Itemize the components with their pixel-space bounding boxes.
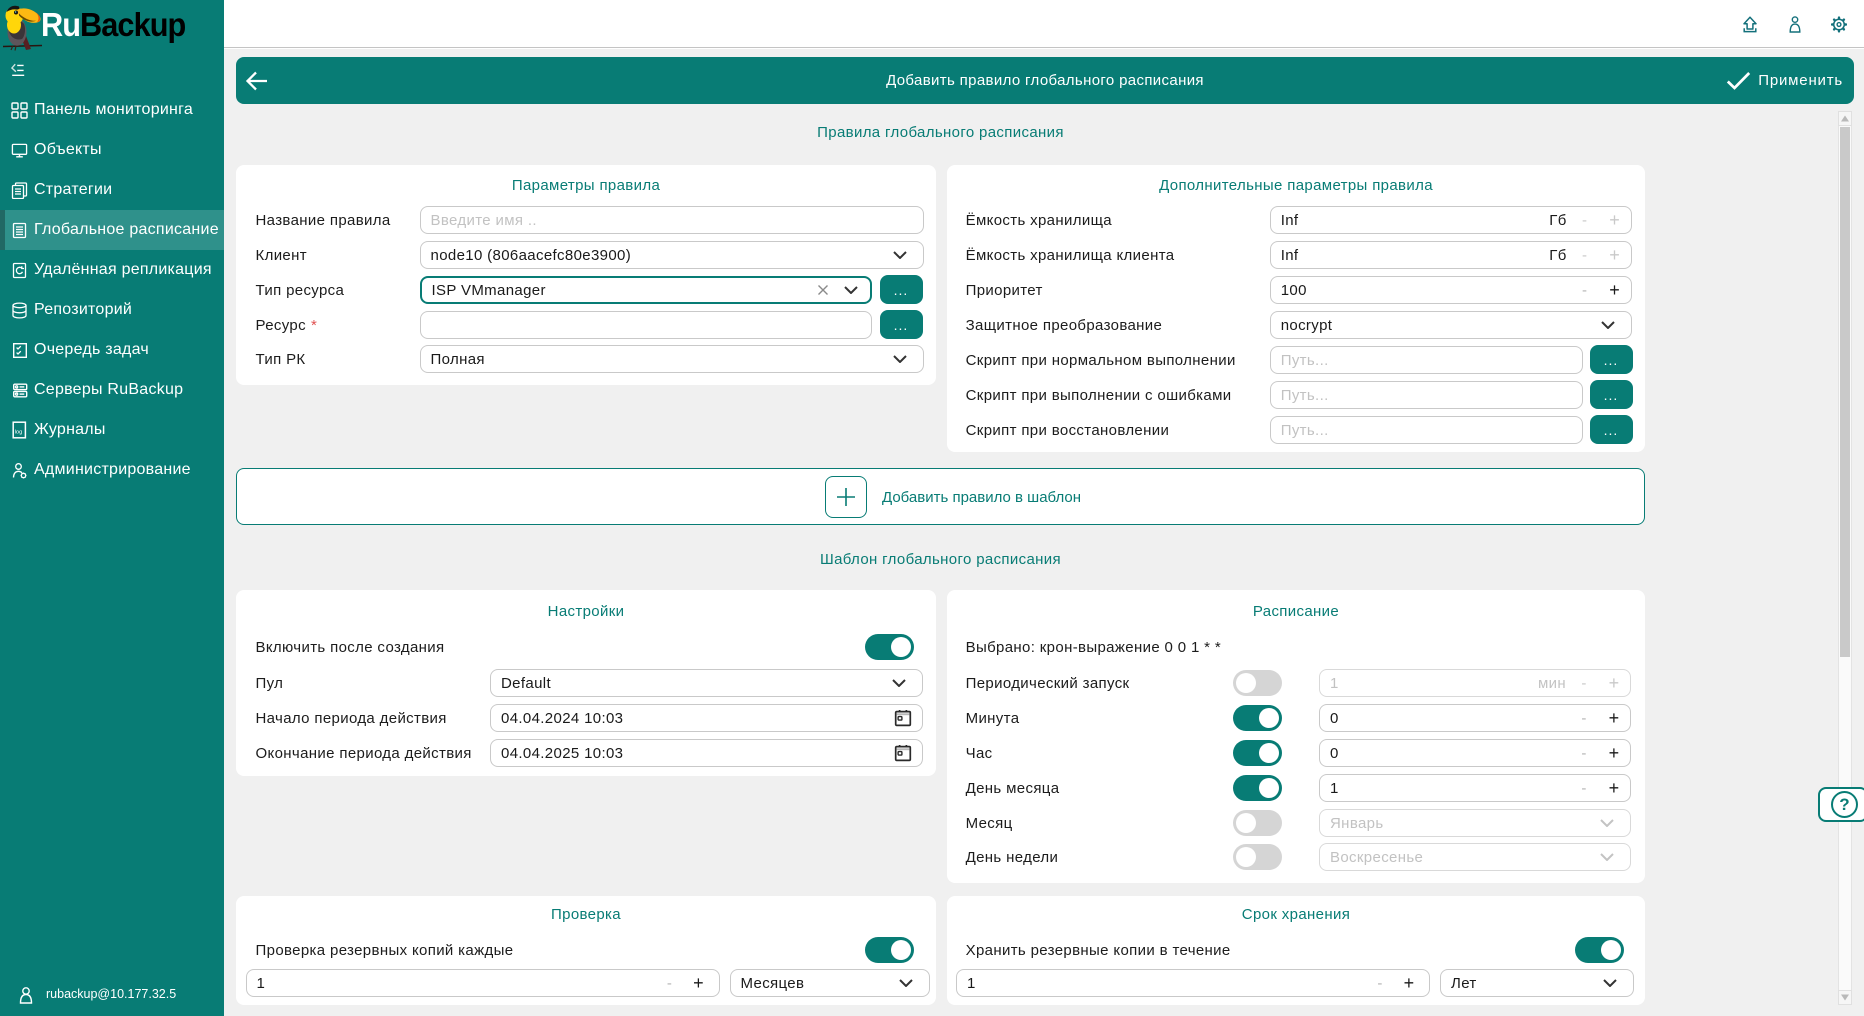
svg-text:log: log: [15, 430, 23, 436]
